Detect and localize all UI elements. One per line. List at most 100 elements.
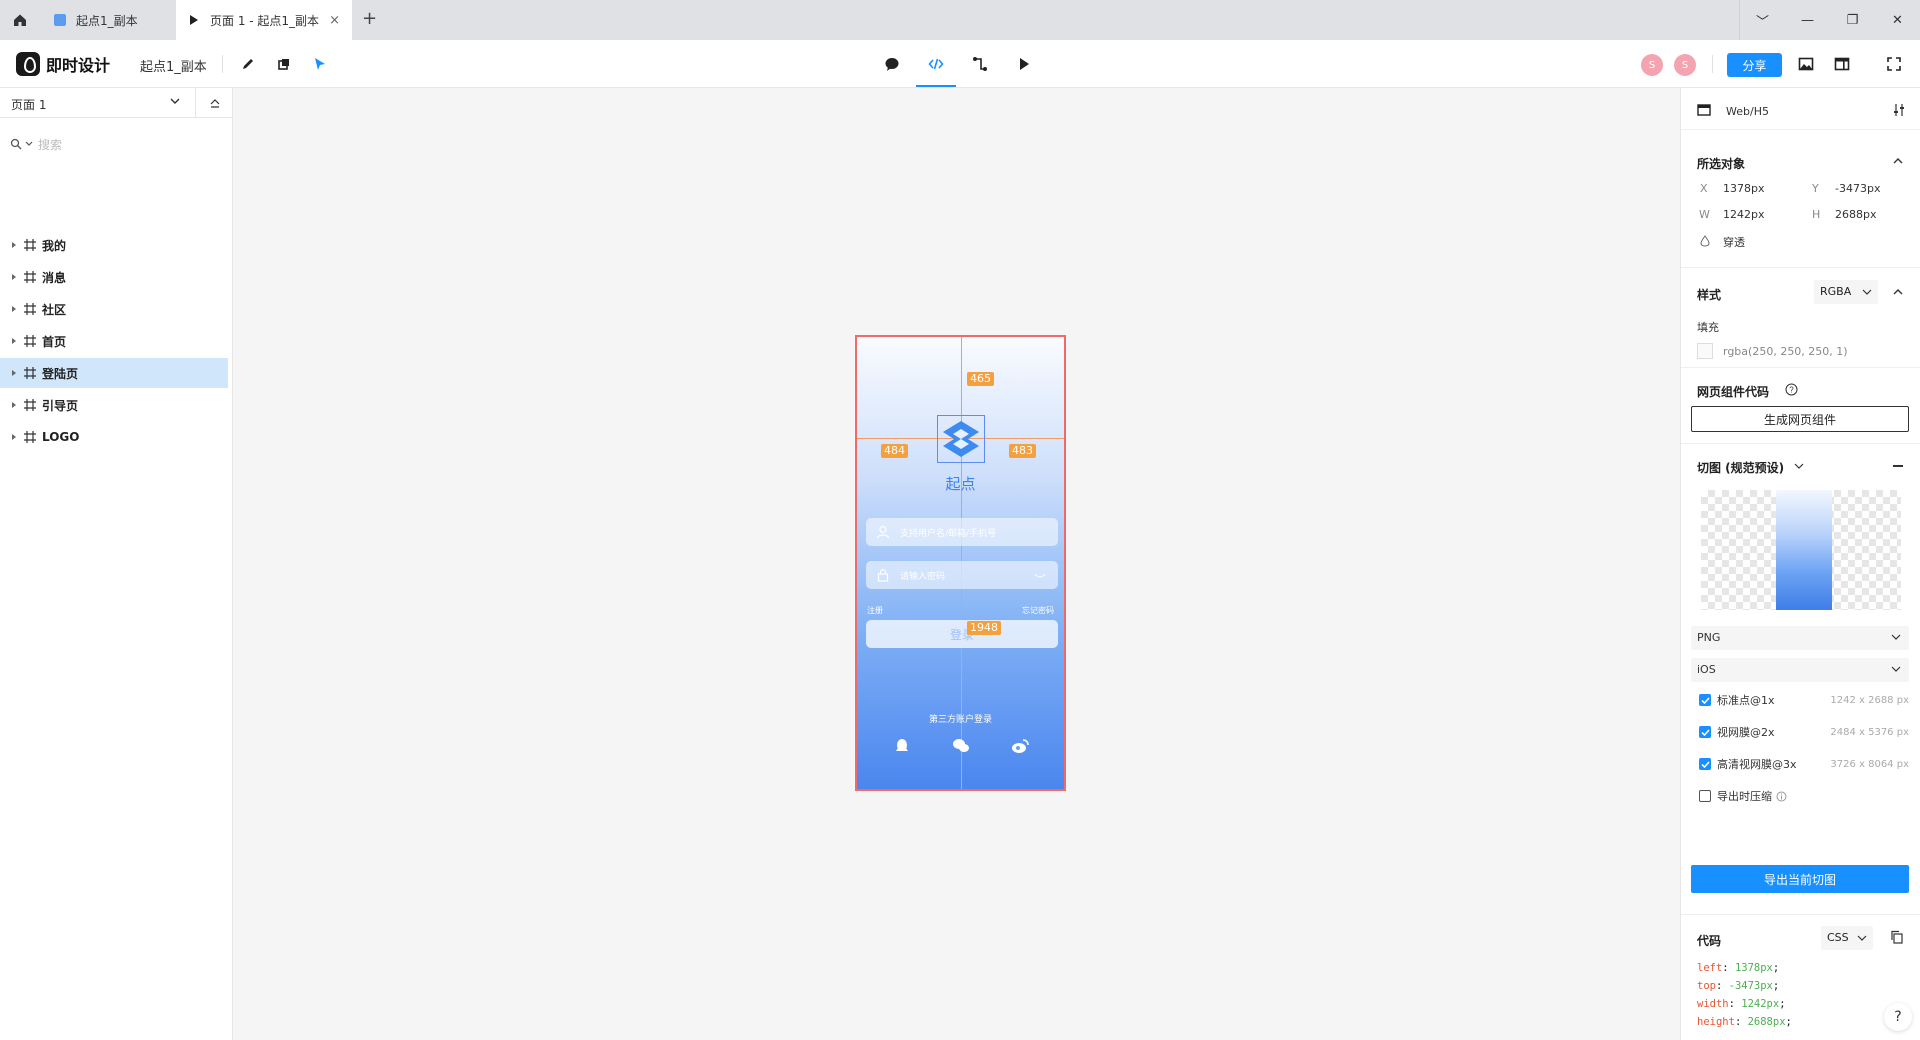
export-1x-row[interactable]: 标准点@1x 1242 x 2688 px (1699, 690, 1909, 710)
copy-icon[interactable] (1890, 930, 1904, 944)
fullscreen-button[interactable] (1882, 52, 1906, 76)
chevron-down-icon[interactable]: ﹀ (1740, 0, 1785, 40)
settings-sliders-icon[interactable] (1892, 103, 1906, 117)
app-logo-frame[interactable] (937, 415, 985, 463)
page-selector-label: 页面 1 (11, 98, 47, 112)
layout-button[interactable] (1830, 52, 1854, 76)
layer-label: 我的 (42, 238, 67, 253)
select-tool-button[interactable] (308, 52, 332, 76)
code-semicolon: ; (1779, 998, 1786, 1010)
info-icon[interactable] (1776, 791, 1787, 802)
format-select[interactable]: PNG (1691, 626, 1909, 650)
caret-right-icon[interactable] (12, 274, 16, 280)
slice-title[interactable]: 切图 (规范预设) (1697, 459, 1784, 476)
caret-right-icon[interactable] (12, 402, 16, 408)
layer-item[interactable]: LOGO (0, 422, 228, 452)
image-button[interactable] (1794, 52, 1818, 76)
artboard-login-page[interactable]: 465 484 483 起点 支持用户名/邮箱/手机号 请输入密码 注册 忘记密… (855, 335, 1066, 791)
caret-right-icon[interactable] (12, 242, 16, 248)
home-button[interactable] (0, 0, 40, 40)
layer-item[interactable]: 社区 (0, 294, 228, 324)
preview-button[interactable] (1012, 52, 1036, 76)
collapse-pages-button[interactable] (196, 88, 233, 118)
code-value: 1242px (1741, 998, 1780, 1010)
measure-top: 465 (967, 372, 994, 386)
chevron-up-icon[interactable] (1893, 288, 1903, 296)
close-window-button[interactable]: ✕ (1875, 0, 1920, 40)
caret-right-icon[interactable] (12, 306, 16, 312)
compress-row[interactable]: 导出时压缩 (1699, 786, 1909, 806)
web-component-title: 网页组件代码 (1697, 385, 1770, 399)
export-size: 1242 x 2688 px (1830, 694, 1909, 706)
help-button[interactable]: ? (1884, 1003, 1912, 1031)
search-placeholder: 搜索 (38, 137, 63, 152)
forgot-password-link[interactable]: 忘记密码 (1022, 605, 1054, 616)
caret-right-icon[interactable] (12, 434, 16, 440)
tab-page[interactable]: 页面 1 - 起点1_副本 × (176, 0, 352, 40)
close-icon[interactable]: × (329, 13, 340, 28)
code-mode-button[interactable] (916, 52, 956, 87)
restore-button[interactable]: ❐ (1830, 0, 1875, 40)
caret-right-icon[interactable] (12, 338, 16, 344)
frame-icon (24, 303, 36, 315)
export-slice-button[interactable]: 导出当前切图 (1691, 865, 1909, 893)
minus-icon[interactable] (1893, 465, 1903, 467)
caret-right-icon[interactable] (12, 370, 16, 376)
tab-label: 起点1_副本 (76, 13, 138, 28)
code-semicolon: ; (1772, 962, 1780, 974)
measure-bottom: 1948 (967, 621, 1001, 635)
slice-section: 切图 (规范预设) PNG iOS 标准点@1x 1242 x 2688 px … (1681, 444, 1920, 914)
export-2x-row[interactable]: 视网膜@2x 2484 x 5376 px (1699, 722, 1909, 742)
wechat-icon[interactable] (952, 737, 970, 755)
password-field[interactable]: 请输入密码 (866, 561, 1058, 589)
avatar[interactable]: S (1641, 54, 1663, 76)
chevron-down-icon[interactable] (1794, 462, 1804, 470)
platform-select[interactable]: iOS (1691, 658, 1909, 682)
layer-search[interactable]: 搜索 (10, 132, 225, 156)
qq-icon[interactable] (893, 737, 911, 755)
layer-item[interactable]: 消息 (0, 262, 228, 292)
code-semicolon: ; (1772, 980, 1780, 992)
pass-through-label[interactable]: 穿透 (1723, 234, 1745, 250)
weibo-icon[interactable] (1011, 737, 1029, 755)
register-link[interactable]: 注册 (867, 605, 883, 616)
document-name[interactable]: 起点1_副本 (140, 56, 207, 75)
fill-title: 填充 (1697, 321, 1719, 334)
share-button[interactable]: 分享 (1727, 53, 1782, 77)
pen-icon (243, 59, 253, 69)
app-logo[interactable]: 即时设计 (16, 52, 110, 76)
component-tool-button[interactable] (272, 52, 296, 76)
login-button[interactable]: 登录 (866, 620, 1058, 648)
eye-closed-icon (1034, 573, 1046, 578)
design-canvas[interactable]: 465 484 483 起点 支持用户名/邮箱/手机号 请输入密码 注册 忘记密… (233, 88, 1680, 1040)
layer-label: LOGO (42, 430, 80, 444)
device-label[interactable]: Web/H5 (1726, 105, 1769, 118)
layer-item[interactable]: 登陆页 (0, 358, 228, 388)
code-language-select[interactable]: CSS (1821, 926, 1873, 950)
generate-component-button[interactable]: 生成网页组件 (1691, 406, 1909, 432)
checkbox-unchecked-icon[interactable] (1699, 790, 1711, 802)
layer-item[interactable]: 引导页 (0, 390, 228, 420)
page-selector[interactable]: 页面 1 (0, 88, 196, 118)
frame-icon (24, 239, 36, 251)
pen-tool-button[interactable] (236, 52, 260, 76)
frame-icon (24, 335, 36, 347)
tab-label: 页面 1 - 起点1_副本 (210, 13, 320, 28)
tab-doc[interactable]: 起点1_副本 (40, 0, 176, 40)
prototype-mode-button[interactable] (968, 52, 992, 76)
chevron-up-icon[interactable] (1893, 157, 1903, 165)
fill-swatch[interactable] (1697, 343, 1713, 359)
color-mode-select[interactable]: RGBA (1814, 280, 1878, 304)
checkbox-checked-icon[interactable] (1699, 758, 1711, 770)
help-circle-icon[interactable]: ? (1785, 383, 1798, 396)
checkbox-checked-icon[interactable] (1699, 726, 1711, 738)
layer-item[interactable]: 我的 (0, 230, 228, 260)
checkbox-checked-icon[interactable] (1699, 694, 1711, 706)
username-field[interactable]: 支持用户名/邮箱/手机号 (866, 518, 1058, 546)
avatar[interactable]: S (1674, 54, 1696, 76)
layer-item[interactable]: 首页 (0, 326, 228, 356)
comment-mode-button[interactable] (880, 52, 904, 76)
add-tab-button[interactable]: + (362, 8, 377, 29)
minimize-button[interactable]: — (1785, 0, 1830, 40)
export-3x-row[interactable]: 高清视网膜@3x 3726 x 8064 px (1699, 754, 1909, 774)
